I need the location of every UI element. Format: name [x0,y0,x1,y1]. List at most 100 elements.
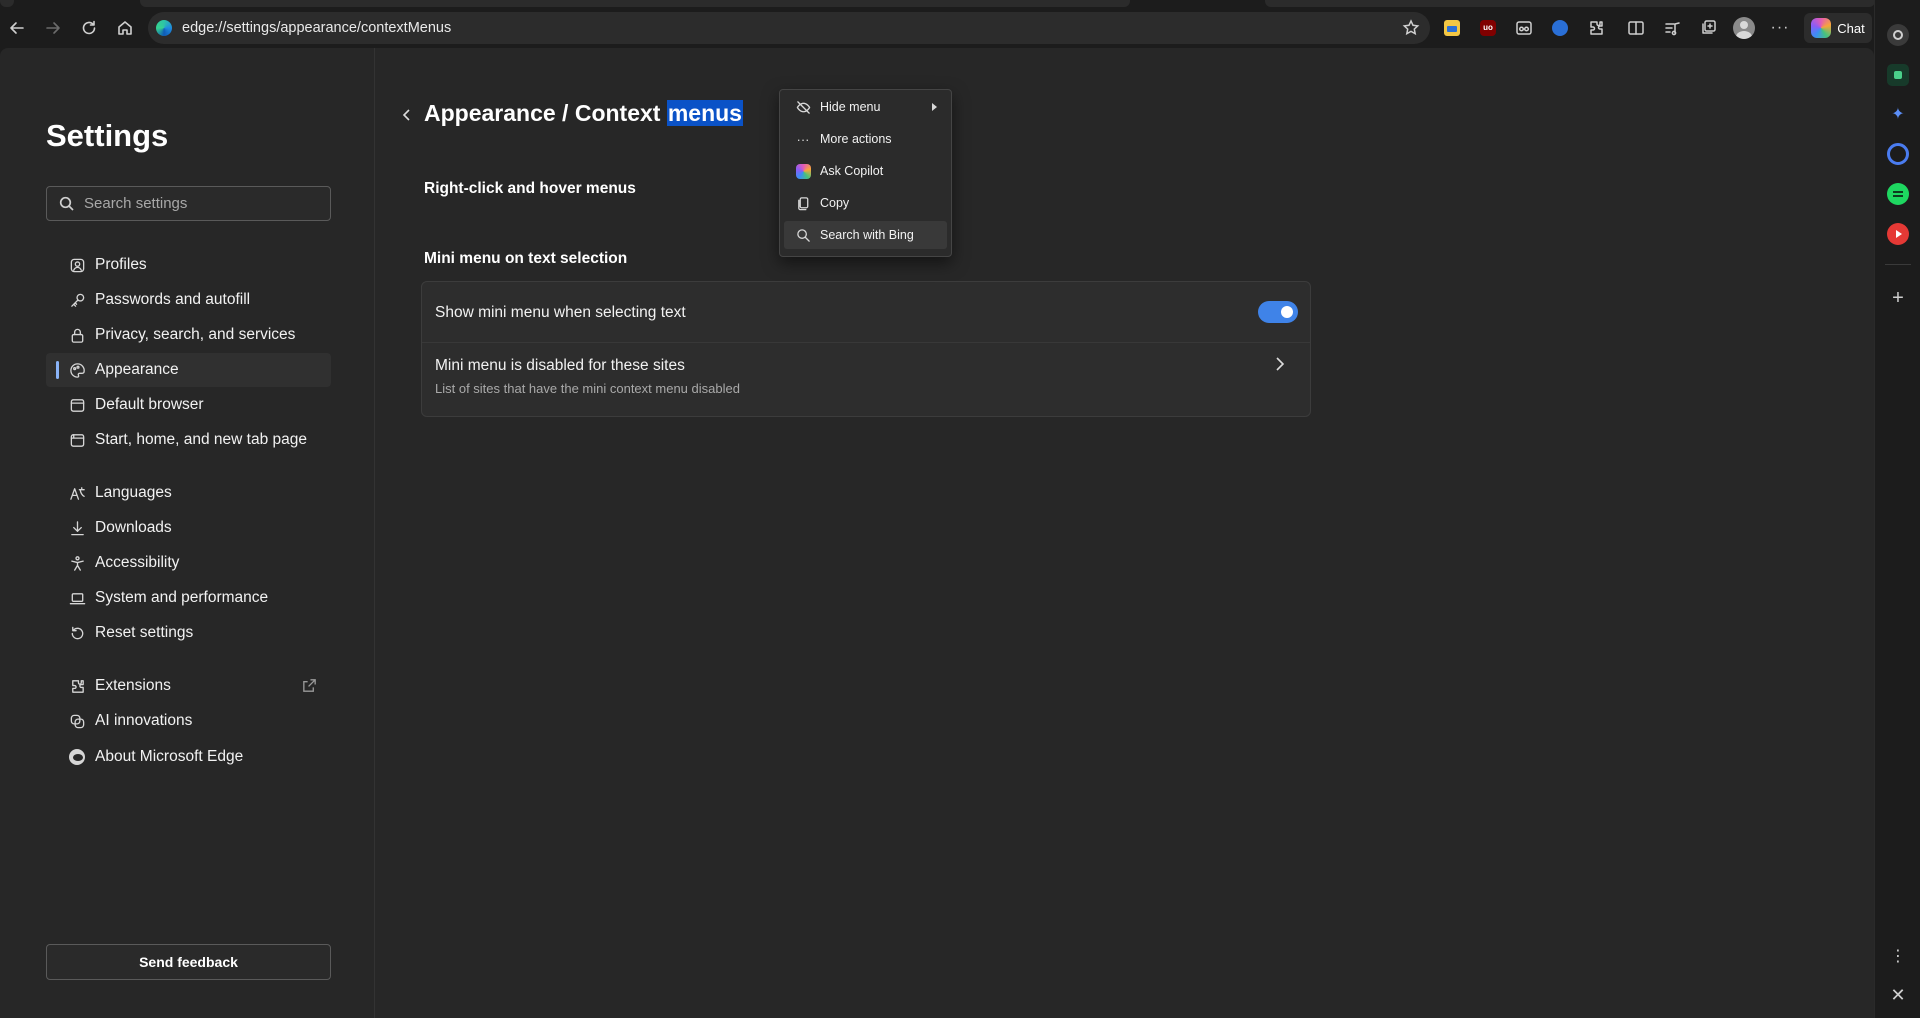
selected-text: menus [666,100,743,126]
sidebar-item-appearance[interactable]: Appearance [46,353,331,387]
show-mini-menu-label: Show mini menu when selecting text [435,304,686,321]
menu-item-more-actions[interactable]: ··· More actions [784,125,947,153]
sidebar-item-label: About Microsoft Edge [95,748,244,765]
sidebar-item-extensions[interactable]: Extensions [46,669,331,703]
settings-title: Settings [46,118,169,153]
key-icon [68,291,86,309]
address-url[interactable]: edge://settings/appearance/contextMenus [182,20,451,36]
browser-icon [68,396,86,414]
hide-icon [795,99,811,115]
sidebar-item-reset[interactable]: Reset settings [46,616,331,650]
send-feedback-button[interactable]: Send feedback [46,944,331,980]
sidebar-item-privacy[interactable]: Privacy, search, and services [46,318,331,352]
menu-item-label: Copy [820,196,850,210]
disabled-sites-subtitle: List of sites that have the mini context… [435,381,740,396]
close-sidebar-icon[interactable]: ✕ [1887,984,1909,1006]
collections-icon[interactable] [1696,16,1720,40]
row-divider [422,342,1310,343]
sidebar-item-label: Reset settings [95,624,194,641]
download-icon [68,519,86,537]
tab-edge[interactable] [1265,0,1875,7]
settings-page: Settings Profiles Passwords and autofill… [0,48,1874,1018]
sidebar-divider [1885,264,1911,265]
section-title-right-click: Right-click and hover menus [424,180,636,197]
sidebar-item-accessibility[interactable]: Accessibility [46,546,331,580]
spotify-icon[interactable] [1887,183,1909,205]
sidebar-item-about[interactable]: About Microsoft Edge [46,740,331,774]
chatgpt-icon[interactable] [1887,24,1909,46]
media-control-icon[interactable] [1660,16,1684,40]
menu-item-ask-copilot[interactable]: Ask Copilot [784,157,947,185]
open-external-icon [301,677,319,695]
youtube-music-icon[interactable] [1887,223,1909,245]
app-icon[interactable] [1887,64,1909,86]
arrow-left-icon [10,22,24,34]
sidebar-item-downloads[interactable]: Downloads [46,511,331,545]
sidebar-item-ai-innovations[interactable]: AI innovations [46,704,331,738]
home-page-icon [68,431,86,449]
sidebar-item-profiles[interactable]: Profiles [46,248,331,282]
sidebar-item-default-browser[interactable]: Default browser [46,388,331,422]
show-mini-menu-toggle[interactable] [1258,301,1298,323]
more-menu-icon[interactable]: ··· [1768,16,1792,40]
favorite-star-icon[interactable] [1402,19,1420,37]
menu-item-search-bing[interactable]: Search with Bing [784,221,947,249]
disabled-sites-title[interactable]: Mini menu is disabled for these sites [435,357,685,375]
sparkle-icon[interactable]: ✦ [1887,103,1909,125]
reset-icon [68,624,86,642]
refresh-icon [82,20,96,35]
sidebar-item-system[interactable]: System and performance [46,581,331,615]
search-icon [59,196,74,211]
sidebar-item-label: Default browser [95,396,204,413]
add-icon[interactable]: + [1887,287,1909,309]
sidebar-item-start-home[interactable]: Start, home, and new tab page [46,423,331,457]
split-screen-icon[interactable] [1624,16,1648,40]
extensions-icon [68,677,86,695]
refresh-button[interactable] [75,14,103,42]
sidebar-more-icon[interactable]: ⋮ [1887,945,1909,967]
lock-icon [68,326,86,344]
back-button[interactable] [3,14,31,42]
forward-button[interactable] [39,14,67,42]
mini-menu-settings-card: Show mini menu when selecting text Mini … [421,281,1311,417]
more-icon: ··· [796,131,810,147]
menu-item-label: Hide menu [820,100,881,114]
tab-edge[interactable] [0,0,14,7]
tab-edge[interactable] [140,0,1130,7]
section-title-mini-menu: Mini menu on text selection [424,250,628,267]
sidebar-item-languages[interactable]: Languages [46,476,331,510]
sidebar-item-label: Passwords and autofill [95,291,251,308]
chevron-right-icon[interactable] [1274,356,1290,376]
sidebar-item-label: Accessibility [95,554,180,571]
translate-extension-icon[interactable] [1548,16,1572,40]
chat-label: Chat [1837,20,1865,36]
search-settings-field[interactable] [46,186,331,221]
profile-avatar-icon[interactable] [1732,16,1756,40]
copilot-icon [1811,18,1832,38]
copilot-chat-button[interactable]: Chat [1804,13,1872,43]
search-icon [795,227,811,243]
menu-item-hide-menu[interactable]: Hide menu [784,93,947,121]
menu-item-label: Search with Bing [820,228,914,242]
back-to-appearance-button[interactable] [398,104,416,126]
breadcrumb-text: Appearance / Context [424,100,667,126]
sidebar-item-passwords[interactable]: Passwords and autofill [46,283,331,317]
sidebar-item-label: Profiles [95,256,147,273]
ai-icon [68,712,86,730]
extensions-puzzle-icon[interactable] [1584,16,1608,40]
page-title: Appearance / Context menus [424,100,743,127]
copilot-ring-icon[interactable] [1887,143,1909,165]
languages-icon [68,484,86,502]
home-button[interactable] [111,14,139,42]
sidebar-item-label: AI innovations [95,712,193,729]
sidebar-item-label: Start, home, and new tab page [95,431,307,448]
chevron-left-icon [402,109,410,121]
search-input[interactable] [84,195,314,212]
edge-icon [68,748,86,766]
ublock-icon[interactable]: uo [1476,16,1500,40]
sidebar-item-label: Extensions [95,677,171,694]
address-bar[interactable]: edge://settings/appearance/contextMenus [148,12,1430,44]
menu-item-copy[interactable]: Copy [784,189,947,217]
extension-notes-icon[interactable] [1440,16,1464,40]
reader-extension-icon[interactable] [1512,16,1536,40]
